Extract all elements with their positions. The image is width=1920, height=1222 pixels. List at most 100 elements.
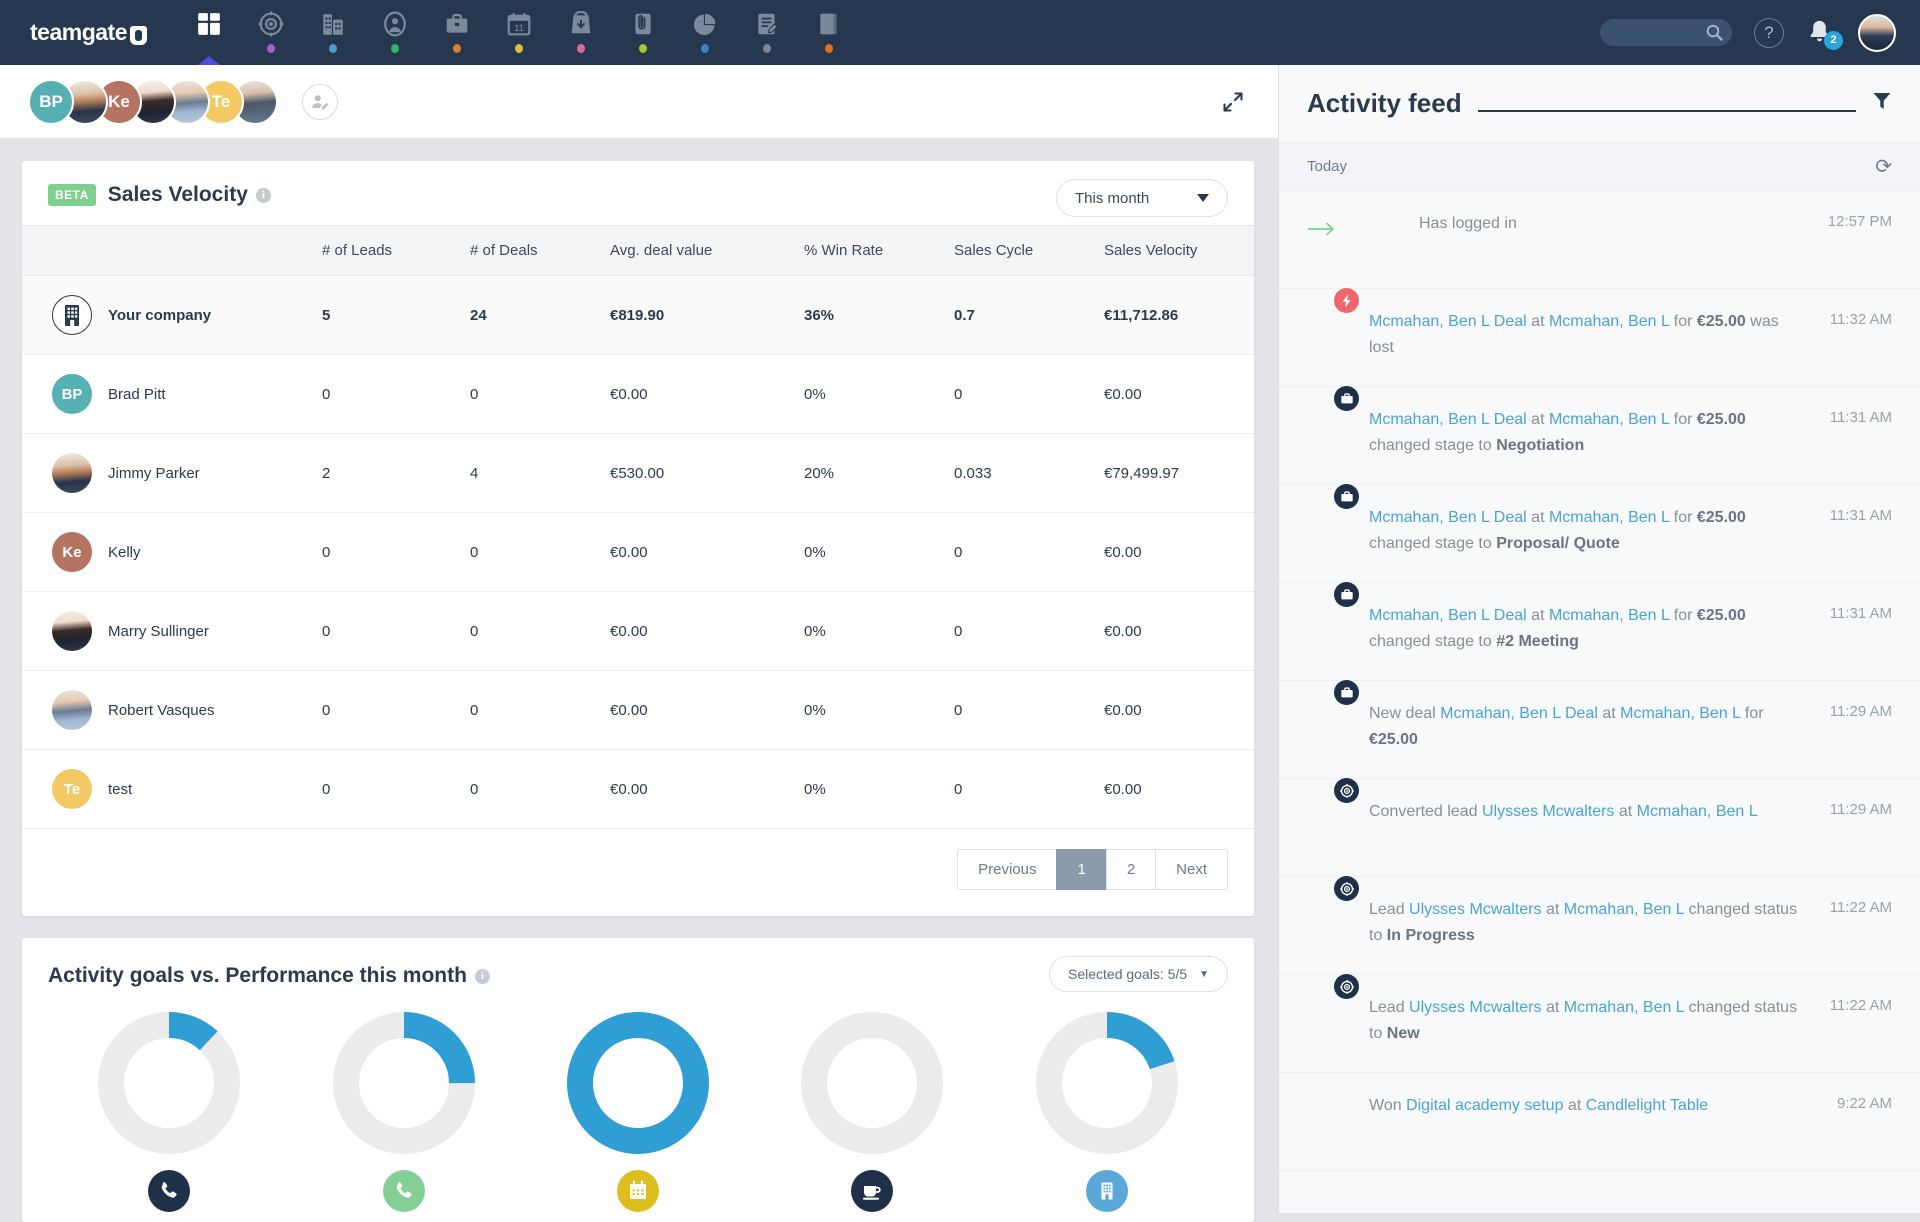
nav-item-insights[interactable] (674, 0, 736, 65)
nav-item-calendar[interactable]: 11 (488, 0, 550, 65)
feed-text-amount: €25.00 (1696, 411, 1746, 428)
pagination-previous[interactable]: Previous (957, 849, 1057, 890)
activity-feed-item[interactable]: Won Digital academy setup at Candlelight… (1279, 1073, 1920, 1171)
activity-feed-item[interactable]: Has logged in 12:57 PM (1279, 191, 1920, 289)
feed-text-link: Ulysses Mcwalters (1481, 803, 1615, 820)
team-avatar[interactable]: BP (28, 78, 74, 125)
feed-item-text: Mcmahan, Ben L Deal at Mcmahan, Ben L fo… (1369, 411, 1746, 454)
nav-item-dashboard[interactable] (178, 0, 240, 65)
filter-icon[interactable] (1872, 91, 1892, 116)
activity-feed-item[interactable]: Lead Ulysses Mcwalters at Mcmahan, Ben L… (1279, 974, 1920, 1073)
activity-feed-item[interactable]: New deal Mcmahan, Ben L Deal at Mcmahan,… (1279, 680, 1920, 779)
library-icon (815, 9, 843, 39)
expand-button[interactable] (1218, 87, 1248, 117)
activity-feed-item[interactable]: Mcmahan, Ben L Deal at Mcmahan, Ben L fo… (1279, 386, 1920, 485)
cell-name: Robert Vasques (22, 670, 322, 750)
cell-win-rate: 20% (804, 433, 954, 513)
nav-item-sales-inbox[interactable] (550, 0, 612, 65)
table-row[interactable]: Ke Kelly 0 0 €0.00 0% 0 €0.00 (22, 512, 1254, 592)
row-avatar (52, 453, 92, 493)
activity-feed-title: Activity feed (1307, 88, 1462, 118)
nav-item-documents[interactable] (612, 0, 674, 65)
activity-feed-item[interactable]: Mcmahan, Ben L Deal at Mcmahan, Ben L fo… (1279, 484, 1920, 583)
period-select[interactable]: This month (1056, 179, 1228, 217)
phone-icon (382, 1170, 425, 1212)
row-name-label: Robert Vasques (108, 701, 215, 719)
period-select-value: This month (1075, 189, 1150, 207)
feed-item-text: Lead Ulysses Mcwalters at Mcmahan, Ben L… (1369, 901, 1798, 944)
add-person-icon (312, 94, 329, 110)
activity-feed-list[interactable]: Has logged in 12:57 PM Mcmahan, Ben L Deal… (1279, 191, 1920, 1213)
nav-item-contacts[interactable] (364, 0, 426, 65)
nav-dot (267, 44, 275, 53)
table-row[interactable]: Te test 0 0 €0.00 0% 0 €0.00 (22, 749, 1254, 829)
cell-win-rate: 0% (804, 354, 954, 434)
table-row[interactable]: Marry Sullinger 0 0 €0.00 0% 0 €0.00 (22, 591, 1254, 671)
pagination-next[interactable]: Next (1155, 849, 1228, 890)
cell-leads: 0 (322, 749, 470, 829)
active-indicator (198, 56, 220, 65)
search-input[interactable] (1600, 19, 1732, 46)
cell-leads: 5 (322, 275, 470, 355)
nav-dot (763, 44, 771, 53)
activity-feed-item[interactable]: Lead Ulysses Mcwalters at Mcmahan, Ben L… (1279, 876, 1920, 975)
cell-win-rate: 0% (804, 670, 954, 750)
table-row[interactable]: Robert Vasques 0 0 €0.00 0% 0 €0.00 (22, 670, 1254, 750)
cell-name: Marry Sullinger (22, 591, 322, 671)
chevron-down-icon (1197, 194, 1209, 202)
notifications-button[interactable]: 2 (1806, 18, 1843, 50)
feed-text-link: Candlelight Table (1585, 1097, 1709, 1114)
feed-text-link: Ulysses Mcwalters (1409, 901, 1542, 918)
help-button[interactable]: ? (1754, 17, 1784, 48)
help-label: ? (1764, 22, 1774, 42)
sales-velocity-header: BETA Sales Velocity i This month (22, 161, 1254, 225)
pagination-page-2[interactable]: 2 (1105, 849, 1156, 890)
briefcase-icon (1334, 680, 1359, 705)
teamgate-logo[interactable]: teamgate (0, 0, 150, 65)
nav-item-deals[interactable] (426, 0, 488, 65)
cell-leads: 0 (322, 591, 470, 671)
cell-deals: 0 (470, 354, 610, 434)
activity-feed-item[interactable]: Mcmahan, Ben L Deal at Mcmahan, Ben L fo… (1279, 288, 1920, 387)
notification-count-badge: 2 (1824, 30, 1843, 50)
goal-donut-chart (332, 1012, 475, 1154)
user-avatar[interactable] (1858, 13, 1896, 52)
cell-avg-deal-value: €0.00 (610, 512, 804, 592)
feed-text-strong: Negotiation (1496, 436, 1585, 454)
nav-item-reports[interactable] (736, 0, 798, 65)
info-icon[interactable]: i (474, 968, 490, 984)
add-person-button[interactable] (302, 83, 338, 120)
selected-goals-select[interactable]: Selected goals: 5/5 ▼ (1049, 956, 1228, 992)
feed-item-time: 11:22 AM (1829, 899, 1892, 916)
pagination-page-1[interactable]: 1 (1056, 849, 1106, 890)
goal-donut-row (22, 994, 1254, 1222)
phone-icon (148, 1170, 191, 1212)
sales-inbox-icon (567, 9, 595, 39)
selected-goals-value: Selected goals: 5/5 (1068, 966, 1188, 982)
nav-item-library[interactable] (798, 0, 860, 65)
table-row[interactable]: Jimmy Parker 2 4 €530.00 20% 0.033 €79,499.97 (22, 433, 1254, 513)
activity-feed-item[interactable]: Converted lead Ulysses Mcwalters at Mcma… (1279, 778, 1920, 877)
activity-feed-item[interactable]: Mcmahan, Ben L Deal at Mcmahan, Ben L fo… (1279, 582, 1920, 681)
feed-text-link: Mcmahan, Ben L Deal (1440, 705, 1598, 722)
target-icon (1334, 876, 1359, 901)
nav-dot (515, 44, 523, 53)
row-avatar: Te (52, 769, 92, 809)
cell-leads: 0 (322, 670, 470, 750)
table-header-row: # of Leads # of Deals Avg. deal value% Win… (22, 225, 1254, 276)
feed-item-text: Converted lead Ulysses Mcwalters at Mcma… (1369, 803, 1758, 820)
feed-item-time: 12:57 PM (1827, 213, 1892, 230)
cell-avg-deal-value: €530.00 (610, 433, 804, 513)
refresh-icon[interactable]: ⟳ (1875, 154, 1892, 179)
info-icon[interactable]: i (255, 187, 271, 203)
column-header-sales-velocity: Sales Velocity (1104, 225, 1254, 276)
nav-item-accounts[interactable] (302, 0, 364, 65)
avatar-initials: Te (211, 91, 231, 111)
goal-card-meetings (755, 1012, 989, 1222)
table-row[interactable]: BP Brad Pitt 0 0 €0.00 0% 0 €0.00 (22, 354, 1254, 434)
table-row[interactable]: Your company 5 24 €819.90 36% 0.7 €11,712.86 (22, 275, 1254, 355)
nav-item-leads[interactable] (240, 0, 302, 65)
feed-item-time: 11:31 AM (1829, 507, 1892, 524)
row-name-label: Marry Sullinger (108, 622, 209, 640)
insights-icon (691, 9, 719, 39)
